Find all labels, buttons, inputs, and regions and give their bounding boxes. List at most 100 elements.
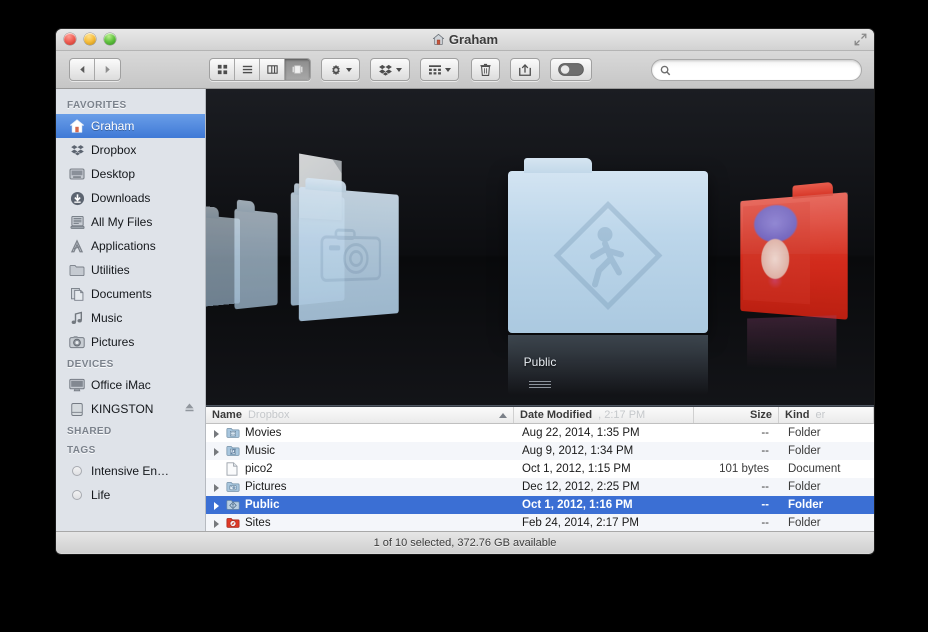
- trash-icon: [480, 63, 491, 76]
- sidebar-item-kingston[interactable]: KINGSTON: [56, 397, 205, 421]
- coverflow-stage: Public: [206, 89, 874, 407]
- share-button[interactable]: [510, 58, 540, 81]
- file-name: Pictures: [245, 481, 287, 493]
- toggle-button[interactable]: [550, 58, 592, 81]
- applications-icon: [69, 238, 85, 254]
- column-header-label: Size: [749, 409, 772, 421]
- column-header-kind[interactable]: Kind er: [779, 407, 874, 423]
- back-button[interactable]: [70, 59, 95, 80]
- fullscreen-arrows-icon[interactable]: [854, 33, 867, 46]
- arrange-grid-icon: [429, 64, 441, 74]
- disclosure-triangle-icon[interactable]: [212, 429, 221, 438]
- disclosure-triangle-icon[interactable]: [212, 519, 221, 528]
- arrange-button[interactable]: [420, 58, 459, 81]
- chevron-down-icon: [445, 67, 451, 72]
- disclosure-triangle-icon[interactable]: [212, 501, 221, 510]
- sidebar-item-applications[interactable]: Applications: [56, 234, 205, 258]
- file-list[interactable]: Movies Aug 22, 2014, 1:35 PM -- Folder M…: [206, 424, 874, 531]
- chevron-left-icon: [79, 65, 84, 74]
- coverflow-folder-public-selected[interactable]: [508, 158, 708, 333]
- folder-icon: [69, 262, 85, 278]
- file-size: --: [761, 499, 769, 511]
- sidebar-item-label: Music: [91, 311, 123, 325]
- icon-view-button[interactable]: [210, 59, 235, 80]
- folder-pictures-icon: [226, 480, 240, 494]
- sidebar-item-pictures[interactable]: Pictures: [56, 330, 205, 354]
- table-row[interactable]: pico2 Oct 1, 2012, 1:15 PM 101 bytes Doc…: [206, 460, 874, 478]
- sidebar-item-label: Life: [91, 488, 111, 502]
- file-kind: Folder: [788, 481, 821, 493]
- table-row[interactable]: Movies Aug 22, 2014, 1:35 PM -- Folder: [206, 424, 874, 442]
- grid-icon: [217, 64, 227, 75]
- sidebar-item-tag-life[interactable]: Life: [56, 483, 205, 507]
- list-view-button[interactable]: [235, 59, 260, 80]
- sidebar-item-label: Dropbox: [91, 143, 137, 157]
- coverflow-resize-handle[interactable]: [529, 381, 551, 388]
- sidebar-item-downloads[interactable]: Downloads: [56, 186, 205, 210]
- sidebar-item-label: Desktop: [91, 167, 136, 181]
- sidebar-item-dropbox[interactable]: Dropbox: [56, 138, 205, 162]
- sidebar-item-graham[interactable]: Graham: [56, 114, 205, 138]
- sidebar-item-utilities[interactable]: Utilities: [56, 258, 205, 282]
- folder-public-icon: [226, 498, 240, 512]
- table-row[interactable]: Sites Feb 24, 2014, 2:17 PM -- Folder: [206, 514, 874, 531]
- file-kind: Document: [788, 463, 841, 475]
- file-date: Oct 1, 2012, 1:16 PM: [522, 499, 633, 511]
- column-header-date-modified[interactable]: Date Modified , 2:17 PM: [514, 407, 694, 423]
- action-gear-button[interactable]: [321, 58, 360, 81]
- sidebar-item-documents[interactable]: Documents: [56, 282, 205, 306]
- column-view-button[interactable]: [260, 59, 285, 80]
- search-field[interactable]: [651, 59, 862, 81]
- sidebar-section-favorites: FAVORITES: [67, 100, 127, 111]
- file-date: Aug 9, 2012, 1:34 PM: [522, 445, 634, 457]
- eject-icon[interactable]: [184, 402, 195, 416]
- sidebar-item-label: Applications: [91, 239, 156, 253]
- column-header-name[interactable]: Name Dropbox: [206, 407, 514, 423]
- file-date: Aug 22, 2014, 1:35 PM: [522, 427, 640, 439]
- coverflow-view-button[interactable]: [285, 59, 310, 80]
- home-icon: [432, 33, 444, 45]
- table-row[interactable]: Pictures Dec 12, 2012, 2:25 PM -- Folder: [206, 478, 874, 496]
- dropbox-button[interactable]: [370, 58, 410, 81]
- coverflow-folder-sites[interactable]: [740, 192, 848, 320]
- delete-button[interactable]: [471, 58, 500, 81]
- coverflow-folder-pictures[interactable]: [298, 186, 399, 322]
- dropbox-icon: [379, 64, 392, 76]
- coverflow-icon: [292, 65, 303, 74]
- file-name: pico2: [245, 463, 273, 475]
- all-files-icon: [69, 214, 85, 230]
- coverflow-folder-far-1[interactable]: [234, 208, 278, 310]
- sidebar-item-desktop[interactable]: Desktop: [56, 162, 205, 186]
- column-ghost-text: Dropbox: [247, 409, 290, 421]
- sort-ascending-icon: [499, 412, 507, 418]
- disclosure-triangle-icon[interactable]: [212, 447, 221, 456]
- status-text: 1 of 10 selected, 372.76 GB available: [373, 536, 557, 549]
- chevron-down-icon: [346, 67, 352, 72]
- sidebar-item-office-imac[interactable]: Office iMac: [56, 373, 205, 397]
- sidebar-item-music[interactable]: Music: [56, 306, 205, 330]
- file-size: 101 bytes: [719, 463, 769, 475]
- sidebar-item-tag-intensive[interactable]: Intensive En…: [56, 459, 205, 483]
- table-row[interactable]: Public Oct 1, 2012, 1:16 PM -- Folder: [206, 496, 874, 514]
- file-name: Movies: [245, 427, 282, 439]
- forward-button[interactable]: [95, 59, 120, 80]
- tag-dot-icon: [69, 487, 85, 503]
- file-kind: Folder: [788, 445, 821, 457]
- table-row[interactable]: Music Aug 9, 2012, 1:34 PM -- Folder: [206, 442, 874, 460]
- sidebar-item-all-my-files[interactable]: All My Files: [56, 210, 205, 234]
- column-header-size[interactable]: Size: [694, 407, 779, 423]
- toolbar: [56, 51, 874, 89]
- drive-icon: [69, 401, 85, 417]
- search-input[interactable]: [676, 64, 846, 76]
- main-content: Public Name Dropbox Date Modified , 2:17…: [206, 89, 874, 531]
- columns-icon: [266, 65, 278, 74]
- view-mode-buttons: [209, 58, 311, 81]
- file-size: --: [761, 427, 769, 439]
- sidebar-item-label: Utilities: [91, 263, 130, 277]
- tag-dot-icon: [69, 463, 85, 479]
- sidebar-item-label: All My Files: [91, 215, 153, 229]
- file-kind: Folder: [788, 517, 821, 529]
- disclosure-triangle-icon[interactable]: [212, 483, 221, 492]
- coverflow-view[interactable]: Public: [206, 89, 874, 407]
- sidebar-item-label: Pictures: [91, 335, 135, 349]
